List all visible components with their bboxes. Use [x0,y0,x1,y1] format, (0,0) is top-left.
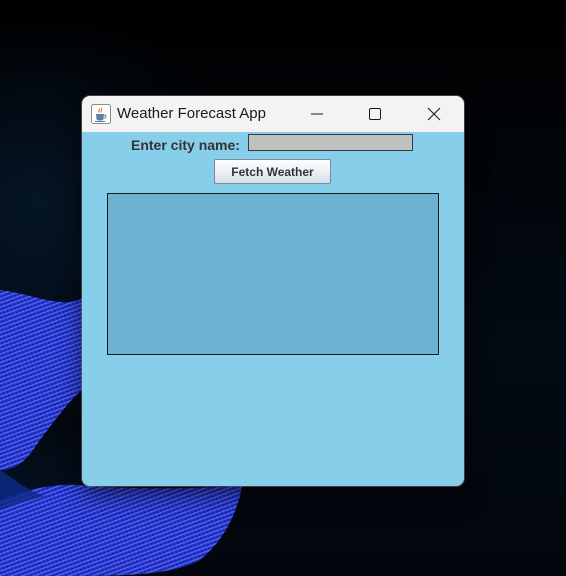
city-name-input[interactable] [248,134,413,151]
app-window: Weather Forecast App Enter city name: Fe… [82,96,464,486]
title-bar[interactable]: Weather Forecast App [82,96,464,132]
window-title: Weather Forecast App [117,105,266,122]
maximize-button[interactable] [346,96,404,132]
city-name-label: Enter city name: [131,137,240,153]
minimize-button[interactable] [288,96,346,132]
weather-output-area[interactable] [107,193,439,355]
maximize-icon [369,108,381,120]
minimize-icon [311,113,323,115]
java-cup-icon [91,104,111,124]
close-button[interactable] [405,96,463,132]
fetch-weather-button[interactable]: Fetch Weather [214,159,331,184]
content-panel: Enter city name: Fetch Weather [82,132,464,486]
close-icon [427,107,441,121]
